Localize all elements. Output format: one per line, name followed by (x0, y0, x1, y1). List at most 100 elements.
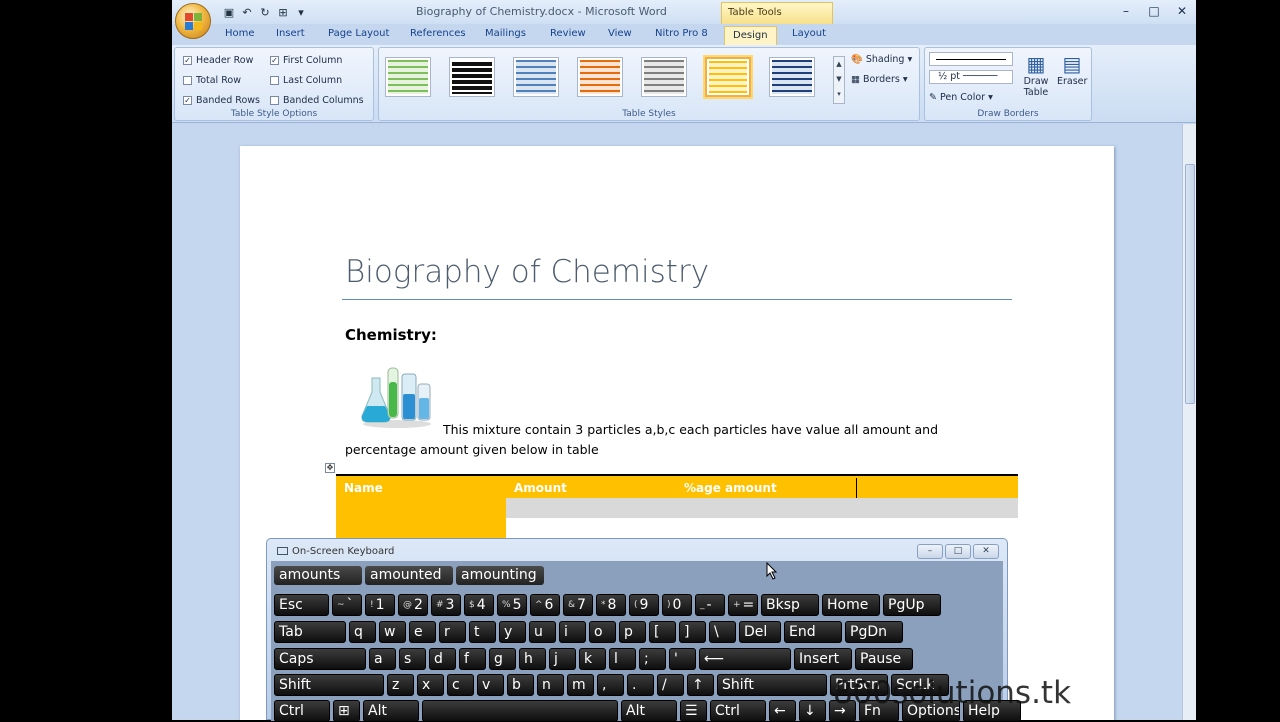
styles-scroll-icon[interactable]: ▲ ▼ ▾ (833, 56, 845, 104)
eraser-button[interactable]: ▤ Eraser (1057, 52, 1087, 87)
key[interactable]: ⟵ (699, 648, 791, 670)
key[interactable]: h (519, 648, 546, 670)
key[interactable]: q (349, 621, 376, 643)
osk-close-button[interactable]: ✕ (973, 544, 999, 559)
tab-references[interactable]: References (410, 28, 466, 39)
key[interactable]: Esc (274, 594, 329, 616)
key[interactable]: End (784, 621, 842, 643)
key[interactable]: Del (739, 621, 781, 643)
key[interactable]: . (627, 674, 654, 696)
key[interactable]: ' (669, 648, 696, 670)
key[interactable]: z (387, 674, 414, 696)
line-style-dropdown[interactable] (929, 52, 1013, 66)
osk-minimize-button[interactable]: – (917, 544, 943, 559)
tab-review[interactable]: Review (550, 28, 586, 39)
draw-table-button[interactable]: ▦ Draw Table (1021, 52, 1051, 98)
key[interactable]: d (429, 648, 456, 670)
table-style-swatch[interactable] (641, 57, 687, 97)
shading-button[interactable]: 🎨 Shading ▾ (851, 54, 912, 65)
key[interactable]: v (477, 674, 504, 696)
osk-maximize-button[interactable]: □ (945, 544, 971, 559)
redo-icon[interactable]: ↻ (258, 6, 272, 20)
tab-design[interactable]: Design (724, 26, 777, 46)
key[interactable]: ~ ` (332, 594, 362, 616)
close-button[interactable]: ✕ (1168, 0, 1196, 22)
key[interactable]: Ctrl (274, 700, 330, 722)
key[interactable]: ↓ (799, 700, 826, 722)
key[interactable]: / (657, 674, 684, 696)
key[interactable]: & 7 (563, 594, 593, 616)
key[interactable]: Alt (363, 700, 419, 722)
table-style-swatch[interactable] (577, 57, 623, 97)
key[interactable]: c (447, 674, 474, 696)
key[interactable]: _ - (695, 594, 725, 616)
key[interactable]: #3 (431, 594, 461, 616)
key[interactable]: \ (709, 621, 736, 643)
key[interactable]: PgUp (883, 594, 941, 616)
key[interactable]: Shift (274, 674, 384, 696)
key[interactable]: @2 (398, 594, 428, 616)
table-header-cell[interactable]: Amount (514, 481, 567, 495)
banded-rows-checkbox[interactable]: ✓ Banded Rows (183, 95, 260, 106)
key[interactable]: i (559, 621, 586, 643)
table-header-cell[interactable]: %age amount (684, 481, 777, 495)
table-style-swatch-selected[interactable] (705, 57, 751, 97)
key[interactable]: g (489, 648, 516, 670)
key[interactable]: ] (679, 621, 706, 643)
table-style-swatch[interactable] (769, 57, 815, 97)
table-style-swatch[interactable] (385, 57, 431, 97)
last-column-checkbox[interactable]: Last Column (270, 75, 342, 86)
customize-qat-icon[interactable]: ▾ (294, 6, 308, 20)
key[interactable]: p (619, 621, 646, 643)
key[interactable]: % 5 (497, 594, 527, 616)
key[interactable]: w (379, 621, 406, 643)
key[interactable]: PgDn (845, 621, 903, 643)
key[interactable]: Bksp (761, 594, 819, 616)
key[interactable]: l (609, 648, 636, 670)
key[interactable]: x (417, 674, 444, 696)
first-column-checkbox[interactable]: ✓ First Column (270, 55, 342, 66)
key[interactable]: ! 1 (365, 594, 395, 616)
key[interactable]: t (469, 621, 496, 643)
key[interactable]: u (529, 621, 556, 643)
total-row-checkbox[interactable]: Total Row (183, 75, 241, 86)
maximize-button[interactable]: □ (1140, 0, 1168, 22)
key[interactable]: f (459, 648, 486, 670)
office-button[interactable] (175, 3, 211, 39)
tab-nitro-pro[interactable]: Nitro Pro 8 (655, 28, 708, 39)
table-cell[interactable] (336, 498, 506, 538)
data-table[interactable]: Name Amount %age amount (336, 474, 1018, 538)
tab-mailings[interactable]: Mailings (485, 28, 526, 39)
table-header-cell[interactable]: Name (344, 481, 383, 495)
key[interactable]: y (499, 621, 526, 643)
key[interactable]: Shift (717, 674, 827, 696)
key[interactable]: ^ 6 (530, 594, 560, 616)
key[interactable]: ☰ (680, 700, 707, 722)
key[interactable]: + = (728, 594, 758, 616)
line-weight-dropdown[interactable]: ½ pt ────── (929, 70, 1013, 84)
banded-columns-checkbox[interactable]: Banded Columns (270, 95, 364, 106)
minimize-button[interactable]: – (1112, 0, 1140, 22)
key[interactable]: ↑ (687, 674, 714, 696)
key[interactable]: Home (822, 594, 880, 616)
key[interactable]: ⊞ (333, 700, 360, 722)
tab-insert[interactable]: Insert (276, 28, 305, 39)
key[interactable]: b (507, 674, 534, 696)
tab-layout[interactable]: Layout (792, 28, 826, 39)
tab-home[interactable]: Home (225, 28, 255, 39)
key[interactable]: s (399, 648, 426, 670)
key[interactable]: $4 (464, 594, 494, 616)
key[interactable]: a (369, 648, 396, 670)
borders-button[interactable]: ▦ Borders ▾ (851, 74, 908, 85)
key[interactable]: j (549, 648, 576, 670)
tab-page-layout[interactable]: Page Layout (328, 28, 389, 39)
table-cell[interactable] (506, 498, 1018, 518)
pen-color-button[interactable]: ✎ Pen Color ▾ (929, 92, 993, 103)
save-icon[interactable]: ▣ (222, 6, 236, 20)
key[interactable]: e (409, 621, 436, 643)
key[interactable]: Alt (621, 700, 677, 722)
chemistry-flasks-image[interactable] (358, 364, 436, 428)
table-icon[interactable]: ⊞ (276, 6, 290, 20)
key[interactable]: ; (639, 648, 666, 670)
key[interactable]: Tab (274, 621, 346, 643)
